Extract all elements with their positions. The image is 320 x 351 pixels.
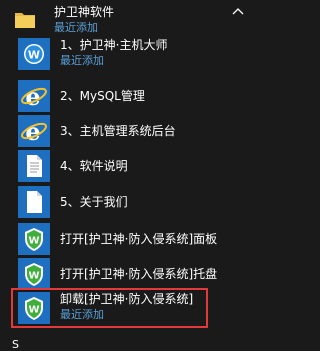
document-icon (27, 155, 42, 177)
item-label: 打开[护卫神·防入侵系统]面板 (60, 232, 218, 246)
group-recent-badge: 最近添加 (54, 21, 98, 34)
svg-text:W: W (28, 236, 39, 247)
list-item-uninstall[interactable]: W 卸载[护卫神·防入侵系统] 最近添加 (0, 288, 259, 328)
svg-text:W: W (28, 271, 39, 282)
huweishen-shield-icon: W (25, 297, 43, 320)
huweishen-w-icon: W (24, 44, 44, 64)
blank-document-icon (27, 191, 42, 213)
item-label: 打开[护卫神·防入侵系统]托盘 (60, 267, 218, 281)
internet-explorer-icon: e (21, 82, 47, 111)
internet-explorer-icon: e (21, 117, 47, 146)
svg-text:W: W (28, 49, 40, 62)
app-tile: W (18, 38, 50, 70)
item-recent-badge: 最近添加 (60, 54, 104, 67)
item-label: 3、主机管理系统后台 (60, 124, 176, 138)
app-tile: W (18, 258, 50, 290)
folder-icon (15, 13, 35, 28)
svg-text:e: e (25, 82, 40, 111)
list-item-about-us[interactable]: 5、关于我们 (0, 182, 259, 222)
item-label: 2、MySQL管理 (60, 89, 145, 103)
app-tile: e (18, 115, 50, 147)
item-label: 4、软件说明 (60, 159, 128, 173)
section-letter-header[interactable]: S (12, 339, 19, 351)
list-item-open-panel[interactable]: W 打开[护卫神·防入侵系统]面板 (0, 219, 259, 259)
huweishen-shield-icon: W (25, 263, 43, 286)
huweishen-shield-icon: W (25, 228, 43, 251)
svg-text:W: W (28, 305, 39, 316)
item-label: 卸载[护卫神·防入侵系统] (60, 292, 194, 306)
svg-text:e: e (25, 117, 40, 146)
list-item-mysql-manage[interactable]: e 2、MySQL管理 (0, 76, 259, 116)
list-item-host-admin[interactable]: e 3、主机管理系统后台 (0, 111, 259, 151)
app-tile: W (18, 292, 50, 324)
start-menu-list: 护卫神软件 最近添加 W 1、护卫神·主机大师 最近添加 e 2、MySQL管理 (0, 0, 259, 351)
item-recent-badge: 最近添加 (60, 308, 104, 321)
list-item-software-readme[interactable]: 4、软件说明 (0, 146, 259, 186)
list-item-host-master[interactable]: W 1、护卫神·主机大师 最近添加 (0, 34, 259, 74)
app-tile (18, 150, 50, 182)
app-tile (18, 186, 50, 218)
app-tile: e (18, 80, 50, 112)
chevron-up-icon[interactable] (231, 6, 245, 16)
item-label: 1、护卫神·主机大师 (60, 38, 168, 52)
app-tile: W (18, 223, 50, 255)
group-title: 护卫神软件 (54, 5, 115, 19)
item-label: 5、关于我们 (60, 195, 128, 209)
